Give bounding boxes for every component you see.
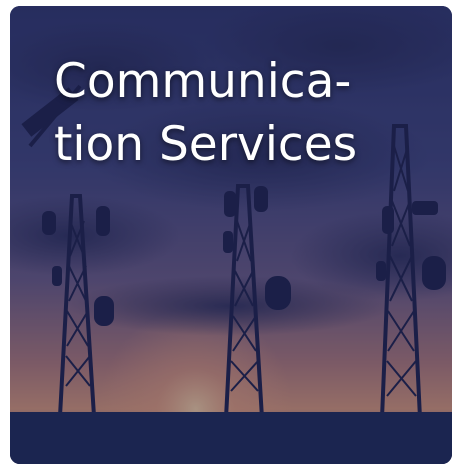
- tile-title[interactable]: Communica- tion Services: [54, 50, 434, 176]
- tile-title-line-1: Communica-: [54, 54, 352, 109]
- ground-strip: [10, 412, 452, 464]
- communication-services-tile[interactable]: Communica- tion Services: [10, 6, 452, 464]
- tile-title-line-2: tion Services: [54, 117, 358, 172]
